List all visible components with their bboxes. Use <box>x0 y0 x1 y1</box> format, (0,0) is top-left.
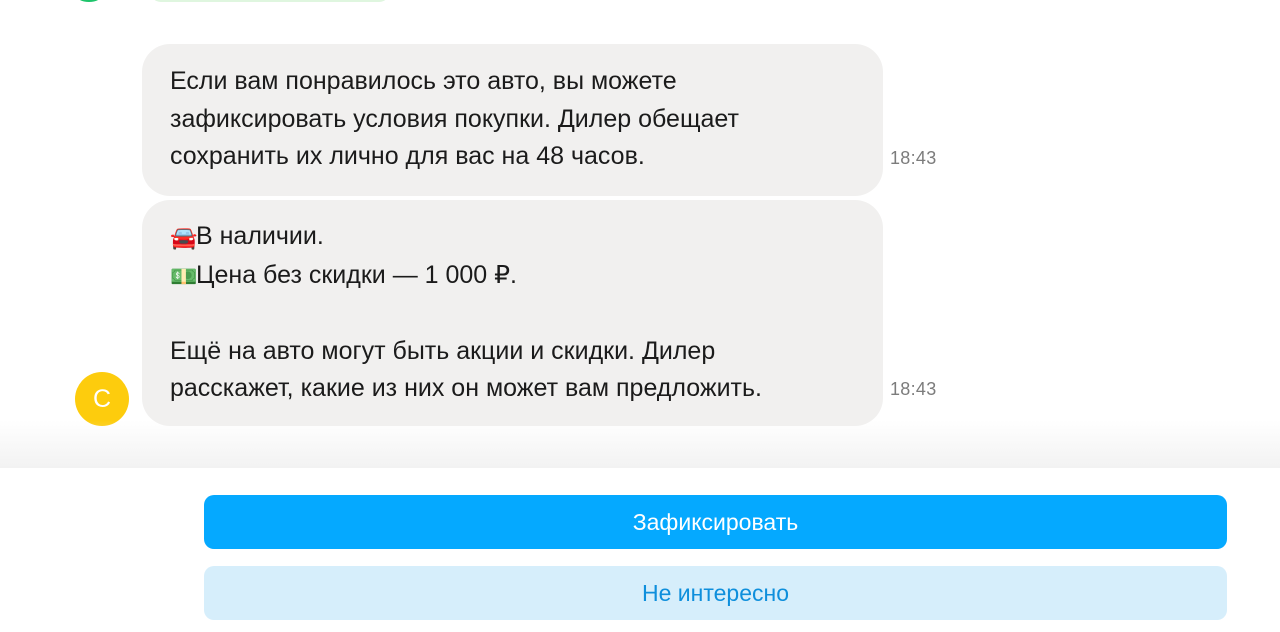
message-timestamp: 18:43 <box>890 148 937 168</box>
discount-text: Ещё на авто могут быть акции и скидки. Д… <box>170 336 762 403</box>
availability-line: 🚘В наличии. <box>170 218 855 257</box>
message-timestamp: 18:43 <box>890 379 937 399</box>
chat-screen: Если вам понравилось это авто, вы можете… <box>0 0 1280 632</box>
scroll-fade <box>0 420 1280 468</box>
status-dot <box>76 0 102 2</box>
not-interested-button[interactable]: Не интересно <box>204 566 1227 620</box>
availability-text: В наличии. <box>196 222 324 250</box>
avatar: C <box>75 372 129 426</box>
fix-terms-button[interactable]: Зафиксировать <box>204 495 1227 549</box>
message-text: Если вам понравилось это авто, вы можете… <box>170 67 739 170</box>
previous-message-pill <box>150 0 390 2</box>
price-line: 💵Цена без скидки — 1 000 ₽. <box>170 257 855 296</box>
money-icon: 💵 <box>170 263 198 289</box>
action-panel: Зафиксировать Не интересно <box>0 468 1280 632</box>
message-bubble-fix-offer: Если вам понравилось это авто, вы можете… <box>142 44 883 196</box>
car-icon: 🚘 <box>170 225 198 250</box>
message-bubble-availability: 🚘В наличии. 💵Цена без скидки — 1 000 ₽. … <box>142 200 883 426</box>
price-text: Цена без скидки — 1 000 ₽. <box>196 260 517 289</box>
